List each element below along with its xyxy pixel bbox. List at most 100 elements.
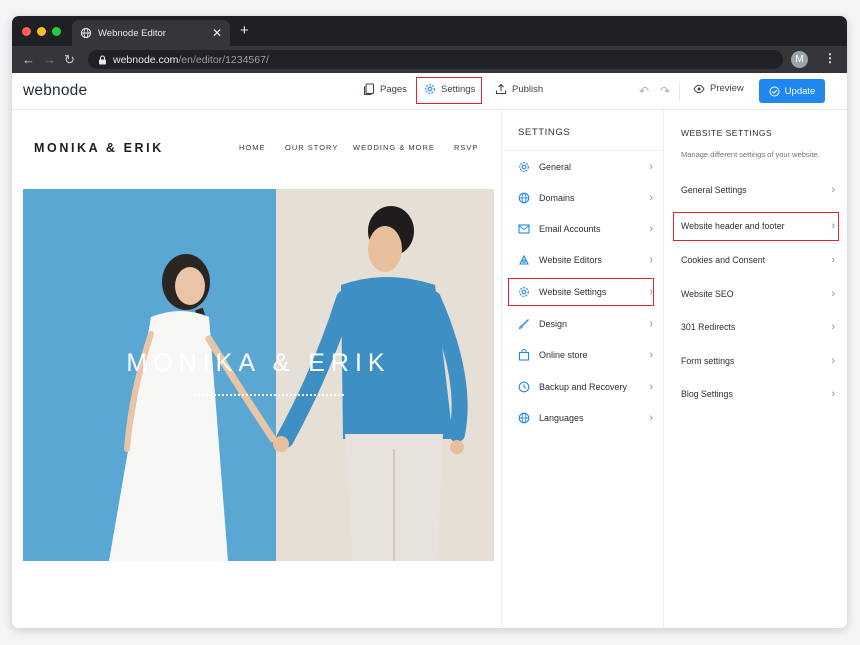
settings-panel-heading: SETTINGS xyxy=(518,127,571,138)
nav-link-our-story[interactable]: OUR STORY xyxy=(285,143,338,152)
website-settings-subtitle: Manage different settings of your websit… xyxy=(681,150,820,159)
chevron-right-icon: › xyxy=(649,381,653,393)
nav-link-rsvp[interactable]: RSVP xyxy=(454,143,478,152)
ws-item-label: Form settings xyxy=(681,356,735,366)
website-settings-highlight-box xyxy=(508,278,654,306)
address-bar[interactable]: webnode.com/en/editor/1234567/ xyxy=(88,50,783,69)
settings-item-label: Email Accounts xyxy=(539,224,601,234)
chevron-right-icon: › xyxy=(649,412,653,424)
settings-item-label: Online store xyxy=(539,350,588,360)
settings-item-label: Design xyxy=(539,319,568,329)
panel-divider xyxy=(502,150,663,151)
settings-panel: SETTINGS General › Domains › Email Accou… xyxy=(501,110,663,628)
upload-icon xyxy=(495,83,507,95)
chevron-right-icon: › xyxy=(649,318,653,330)
brush-icon xyxy=(517,317,531,331)
website-settings-panel: WEBSITE SETTINGS Manage different settin… xyxy=(663,110,847,628)
lock-icon xyxy=(99,54,106,64)
browser-tab[interactable]: Webnode Editor ✕ xyxy=(72,20,230,46)
maximize-window-button[interactable] xyxy=(52,27,61,36)
nav-link-wedding[interactable]: WEDDING & MORE xyxy=(353,143,435,152)
undo-icon[interactable]: ↶ xyxy=(639,84,649,98)
url-path: /en/editor/1234567/ xyxy=(178,53,269,66)
pages-button[interactable]: Pages xyxy=(363,83,407,96)
ws-item-label: General Settings xyxy=(681,185,747,195)
pages-label: Pages xyxy=(380,84,407,95)
browser-toolbar: ← → ↻ webnode.com/en/editor/1234567/ M ⋮ xyxy=(12,46,847,73)
back-arrow-icon[interactable]: ← xyxy=(22,52,35,67)
hero-divider xyxy=(194,394,344,396)
hero-image: MONIKA & ERIK xyxy=(23,189,494,561)
tab-title: Webnode Editor xyxy=(98,27,166,39)
settings-item-backup[interactable]: Backup and Recovery › xyxy=(502,374,663,400)
settings-item-languages[interactable]: Languages › xyxy=(502,405,663,431)
chevron-right-icon: › xyxy=(649,349,653,361)
chevron-right-icon: › xyxy=(831,355,835,367)
reload-icon[interactable]: ↻ xyxy=(64,52,75,68)
redo-icon[interactable]: ↷ xyxy=(660,84,670,98)
editor-toolbar: webnode Pages Settings Publish ↶ ↷ Previ… xyxy=(12,73,847,110)
webnode-logo: webnode xyxy=(23,82,88,99)
close-window-button[interactable] xyxy=(22,27,31,36)
publish-button[interactable]: Publish xyxy=(495,83,543,95)
ws-item-general-settings[interactable]: General Settings › xyxy=(664,176,847,204)
settings-item-domains[interactable]: Domains › xyxy=(502,185,663,211)
chevron-right-icon: › xyxy=(831,184,835,196)
editors-icon xyxy=(517,253,531,267)
envelope-icon xyxy=(517,222,531,236)
chevron-right-icon: › xyxy=(831,254,835,266)
browser-tab-strip: Webnode Editor ✕ + xyxy=(12,16,847,46)
settings-item-label: Domains xyxy=(539,193,575,203)
chevron-right-icon: › xyxy=(831,321,835,333)
settings-item-general[interactable]: General › xyxy=(502,154,663,180)
check-circle-icon xyxy=(769,86,780,96)
ws-item-label: Blog Settings xyxy=(681,389,733,399)
ws-item-label: 301 Redirects xyxy=(681,322,736,332)
settings-item-label: Languages xyxy=(539,413,584,423)
profile-avatar[interactable]: M xyxy=(791,51,808,68)
ws-item-blog-settings[interactable]: Blog Settings › xyxy=(664,380,847,408)
new-tab-button[interactable]: + xyxy=(240,22,249,39)
clock-icon xyxy=(517,380,531,394)
ws-item-seo[interactable]: Website SEO › xyxy=(664,280,847,308)
ws-item-redirects[interactable]: 301 Redirects › xyxy=(664,313,847,341)
settings-item-email-accounts[interactable]: Email Accounts › xyxy=(502,216,663,242)
update-label: Update xyxy=(784,85,816,97)
settings-item-label: General xyxy=(539,162,572,172)
chevron-right-icon: › xyxy=(649,223,653,235)
url-host: webnode.com xyxy=(113,53,179,66)
eye-icon xyxy=(693,84,705,93)
ws-item-label: Website SEO xyxy=(681,289,734,299)
update-button[interactable]: Update xyxy=(759,79,825,103)
globe-icon xyxy=(517,411,531,425)
ws-item-cookies[interactable]: Cookies and Consent › xyxy=(664,246,847,274)
site-title: MONIKA & ERIK xyxy=(34,141,164,155)
toolbar-divider xyxy=(679,82,680,101)
close-tab-icon[interactable]: ✕ xyxy=(212,26,222,40)
browser-menu-icon[interactable]: ⋮ xyxy=(824,51,836,65)
website-preview: MONIKA & ERIK HOME OUR STORY WEDDING & M… xyxy=(12,110,501,628)
settings-item-website-editors[interactable]: Website Editors › xyxy=(502,247,663,273)
settings-item-label: Backup and Recovery xyxy=(539,382,628,392)
chevron-right-icon: › xyxy=(649,254,653,266)
settings-item-design[interactable]: Design › xyxy=(502,311,663,337)
chevron-right-icon: › xyxy=(649,192,653,204)
gear-icon xyxy=(517,160,531,174)
preview-button[interactable]: Preview xyxy=(693,83,744,94)
hero-title: MONIKA & ERIK xyxy=(126,349,391,377)
browser-window: Webnode Editor ✕ + ← → ↻ webnode.com/en/… xyxy=(12,16,847,628)
chevron-right-icon: › xyxy=(831,388,835,400)
forward-arrow-icon[interactable]: → xyxy=(43,52,56,67)
pages-icon xyxy=(363,83,375,96)
settings-item-online-store[interactable]: Online store › xyxy=(502,342,663,368)
preview-label: Preview xyxy=(710,83,744,94)
minimize-window-button[interactable] xyxy=(37,27,46,36)
chevron-right-icon: › xyxy=(649,161,653,173)
nav-link-home[interactable]: HOME xyxy=(239,143,266,152)
header-footer-highlight-box xyxy=(673,212,839,241)
globe-icon xyxy=(517,191,531,205)
chevron-right-icon: › xyxy=(831,288,835,300)
website-settings-heading: WEBSITE SETTINGS xyxy=(681,128,773,138)
ws-item-form-settings[interactable]: Form settings › xyxy=(664,347,847,375)
settings-highlight-box xyxy=(416,77,482,104)
